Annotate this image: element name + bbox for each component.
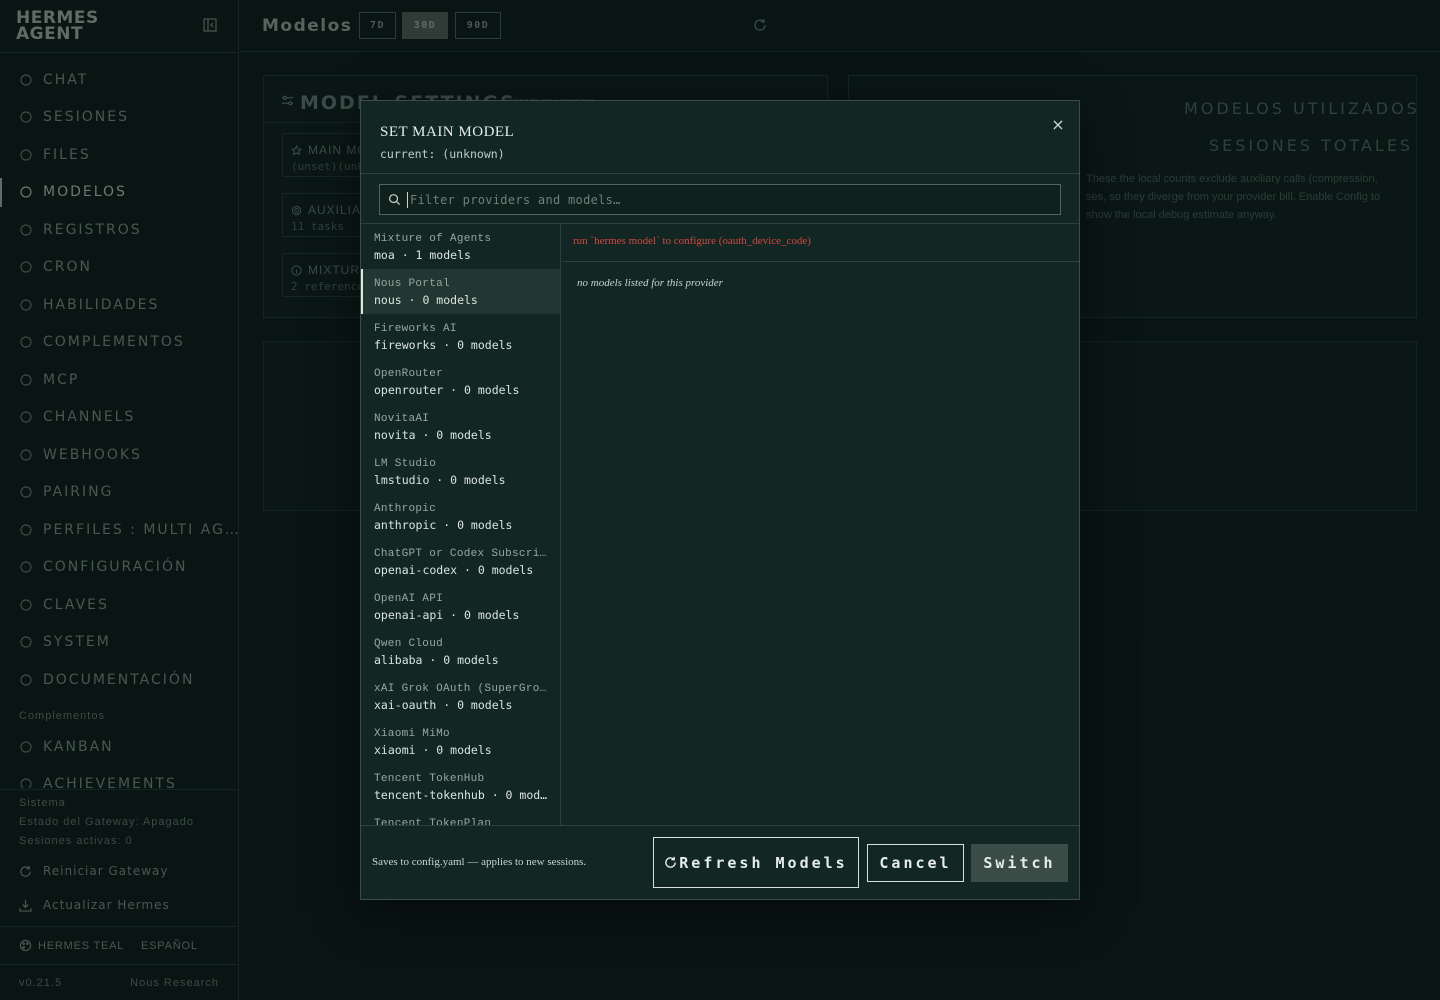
filter-input[interactable] bbox=[407, 191, 1060, 208]
provider-item[interactable]: Tencent TokenHub tencent-tokenhub · 0 mod… bbox=[361, 764, 560, 809]
provider-name: Qwen Cloud bbox=[374, 638, 444, 650]
provider-item[interactable]: Mixture of Agents moa · 1 models bbox=[361, 224, 560, 269]
provider-name: ChatGPT or Codex Subscri… bbox=[374, 548, 547, 560]
provider-item[interactable]: Fireworks AI fireworks · 0 models bbox=[361, 314, 560, 359]
provider-model-count: tencent-tokenhub · 0 mod… bbox=[374, 788, 548, 802]
provider-item[interactable]: Nous Portal nous · 0 models bbox=[361, 269, 560, 314]
search-icon bbox=[389, 194, 401, 206]
refresh-models-button[interactable]: Refresh Models bbox=[653, 837, 859, 888]
provider-name: LM Studio bbox=[374, 458, 437, 470]
provider-name: OpenRouter bbox=[374, 368, 444, 380]
provider-item[interactable]: xAI Grok OAuth (SuperGro… xai-oauth · 0 m… bbox=[361, 674, 560, 719]
provider-name: NovitaAI bbox=[374, 413, 430, 425]
provider-model-count: alibaba · 0 models bbox=[374, 653, 499, 667]
provider-item[interactable]: Xiaomi MiMo xiaomi · 0 models bbox=[361, 719, 560, 764]
provider-model-count: xai-oauth · 0 models bbox=[374, 698, 513, 712]
provider-model-count: openrouter · 0 models bbox=[374, 383, 520, 397]
dialog-title: SET MAIN MODEL bbox=[380, 124, 515, 140]
dialog-divider bbox=[361, 173, 1079, 174]
provider-item[interactable]: Anthropic anthropic · 0 models bbox=[361, 494, 560, 539]
provider-name: Anthropic bbox=[374, 503, 437, 515]
cancel-button[interactable]: Cancel bbox=[867, 844, 964, 882]
provider-item[interactable]: OpenRouter openrouter · 0 models bbox=[361, 359, 560, 404]
provider-model-count: anthropic · 0 models bbox=[374, 518, 513, 532]
provider-name: Fireworks AI bbox=[374, 323, 457, 335]
close-icon[interactable]: × bbox=[1048, 115, 1068, 135]
provider-model-count: fireworks · 0 models bbox=[374, 338, 513, 352]
provider-item[interactable]: ChatGPT or Codex Subscri… openai-codex · … bbox=[361, 539, 560, 584]
provider-name: Mixture of Agents bbox=[374, 233, 492, 245]
detail-divider bbox=[562, 261, 1079, 262]
filter-box bbox=[379, 184, 1061, 215]
provider-model-count: openai-codex · 0 models bbox=[374, 563, 534, 577]
provider-model-count: nous · 0 models bbox=[374, 293, 478, 307]
empty-models-message: no models listed for this provider bbox=[577, 277, 723, 289]
provider-item[interactable]: LM Studio lmstudio · 0 models bbox=[361, 449, 560, 494]
provider-name: xAI Grok OAuth (SuperGro… bbox=[374, 683, 547, 695]
footer-note: Saves to config.yaml — applies to new se… bbox=[372, 856, 587, 868]
provider-item[interactable]: OpenAI API openai-api · 0 models bbox=[361, 584, 560, 629]
provider-item[interactable]: Tencent TokenPlan bbox=[361, 809, 560, 826]
provider-model-count: xiaomi · 0 models bbox=[374, 743, 492, 757]
set-main-model-dialog: SET MAIN MODEL current: (unknown) × Mixt… bbox=[360, 100, 1080, 900]
provider-model-count: openai-api · 0 models bbox=[374, 608, 520, 622]
provider-model-count: moa · 1 models bbox=[374, 248, 471, 262]
provider-list[interactable]: Mixture of Agents moa · 1 models Nous Port… bbox=[361, 224, 561, 826]
provider-item[interactable]: NovitaAI novita · 0 models bbox=[361, 404, 560, 449]
current-model: current: (unknown) bbox=[380, 147, 505, 161]
provider-name: OpenAI API bbox=[374, 593, 444, 605]
provider-model-count: lmstudio · 0 models bbox=[374, 473, 506, 487]
provider-name: Tencent TokenHub bbox=[374, 773, 485, 785]
provider-model-count: novita · 0 models bbox=[374, 428, 492, 442]
switch-button[interactable]: Switch bbox=[971, 844, 1068, 882]
provider-name: Nous Portal bbox=[374, 278, 450, 290]
provider-item[interactable]: Qwen Cloud alibaba · 0 models bbox=[361, 629, 560, 674]
dialog-divider bbox=[361, 825, 1079, 826]
refresh-models-label: Refresh Models bbox=[679, 853, 848, 872]
provider-config-hint: run `hermes model` to configure (oauth_d… bbox=[573, 235, 811, 247]
provider-name: Xiaomi MiMo bbox=[374, 728, 450, 740]
refresh-icon bbox=[665, 856, 677, 868]
